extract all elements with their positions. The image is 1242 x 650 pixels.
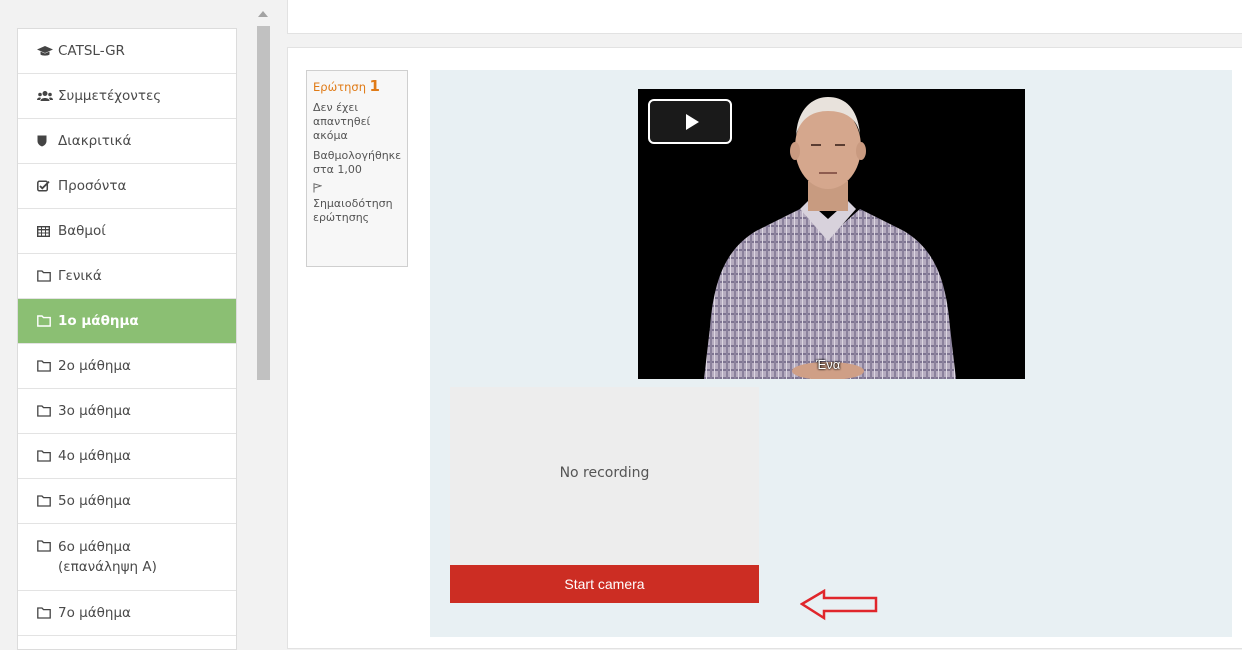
question-info-box: Ερώτηση 1 Δεν έχει απαντηθεί ακόμα Βαθμο… (306, 70, 408, 267)
shield-icon (37, 135, 53, 147)
sidebar-item-competencies[interactable]: Προσόντα (18, 164, 236, 209)
sidebar-item-label: 7ο μάθημα (58, 605, 131, 621)
graduation-cap-icon (37, 45, 53, 57)
folder-icon (37, 315, 53, 327)
sidebar-item-lesson-2[interactable]: 2ο μάθημα (18, 344, 236, 389)
top-content-panel (287, 0, 1242, 34)
flag-icon (313, 183, 323, 196)
question-grade: Βαθμολογήθηκε στα 1,00 (313, 149, 402, 176)
sidebar-item-label: Συμμετέχοντες (58, 88, 162, 104)
sidebar-item-lesson-3[interactable]: 3ο μάθημα (18, 389, 236, 434)
sidebar-item-label: 5ο μάθημα (58, 493, 131, 509)
sidebar-item-label: 6ο μάθημα (επανάληψη Α) (58, 537, 157, 577)
question-number-value: 1 (369, 77, 380, 95)
sidebar-scrollbar-thumb[interactable] (257, 26, 270, 380)
folder-icon (37, 540, 53, 552)
flag-question-label: Σημαιοδότηση ερώτησης (313, 197, 393, 224)
sidebar-item-lesson-5[interactable]: 5ο μάθημα (18, 479, 236, 524)
checkbox-icon (37, 180, 53, 192)
sidebar-item-participants[interactable]: Συμμετέχοντες (18, 74, 236, 119)
no-recording-message: No recording (559, 465, 650, 481)
sidebar-item-lesson-6[interactable]: 6ο μάθημα (επανάληψη Α) (18, 524, 236, 591)
sidebar-item-general[interactable]: Γενικά (18, 254, 236, 299)
question-label: Ερώτηση (313, 80, 366, 94)
sidebar-item-label: Διακριτικά (58, 133, 132, 149)
sidebar-item-course-home[interactable]: CATSL-GR (18, 29, 236, 74)
sidebar-item-lesson-7[interactable]: 7ο μάθημα (18, 591, 236, 636)
course-nav-drawer: CATSL-GR Συμμετέχοντες Διακριτικά Προσόν… (17, 28, 237, 650)
sidebar-item-label-line2: (επανάληψη Α) (58, 559, 157, 575)
table-icon (37, 225, 53, 237)
sidebar-item-label: Βαθμοί (58, 223, 106, 239)
folder-icon (37, 607, 53, 619)
folder-icon (37, 360, 53, 372)
users-icon (37, 90, 53, 102)
play-icon (685, 113, 699, 130)
annotation-arrow-icon (800, 589, 878, 621)
question-number: Ερώτηση 1 (313, 79, 401, 95)
folder-icon (37, 270, 53, 282)
sidebar-item-badges[interactable]: Διακριτικά (18, 119, 236, 164)
play-button[interactable] (648, 99, 732, 144)
recording-preview: No recording (450, 387, 759, 565)
sidebar-item-label: 1ο μάθημα (58, 313, 139, 329)
sidebar-item-label-line1: 6ο μάθημα (58, 539, 131, 555)
sidebar-item-lesson-4[interactable]: 4ο μάθημα (18, 434, 236, 479)
question-status: Δεν έχει απαντηθεί ακόμα (313, 101, 371, 142)
sidebar-item-label: 2ο μάθημα (58, 358, 131, 374)
sidebar-item-label: 4ο μάθημα (58, 448, 131, 464)
folder-icon (37, 405, 53, 417)
start-camera-button[interactable]: Start camera (450, 565, 759, 603)
sidebar-item-label: CATSL-GR (58, 43, 125, 59)
sidebar-item-label: Γενικά (58, 268, 102, 284)
scroll-up-arrow-icon[interactable] (258, 11, 268, 17)
video-subtitle: Ένα (816, 357, 841, 372)
folder-icon (37, 495, 53, 507)
sidebar-item-lesson-1[interactable]: 1ο μάθημα (18, 299, 236, 344)
sidebar-item-grades[interactable]: Βαθμοί (18, 209, 236, 254)
sidebar-item-label: Προσόντα (58, 178, 127, 194)
sidebar-item-label: 3ο μάθημα (58, 403, 131, 419)
folder-icon (37, 450, 53, 462)
flag-question-link[interactable]: Σημαιοδότηση ερώτησης (313, 183, 401, 225)
sign-language-video[interactable]: Ένα (638, 89, 1025, 379)
